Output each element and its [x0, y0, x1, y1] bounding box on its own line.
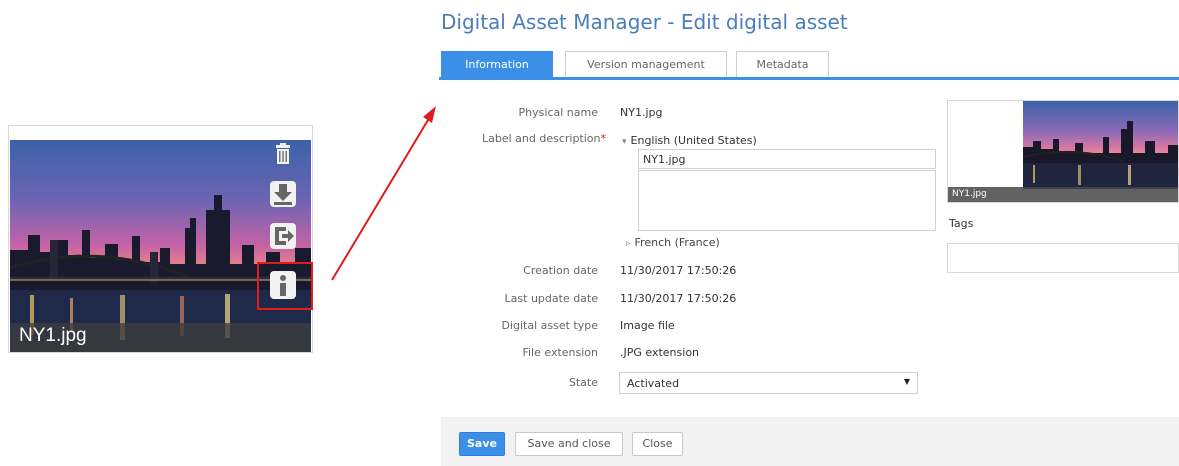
city-skyline-graphic: [10, 195, 311, 352]
file-extension-label: File extension: [522, 346, 598, 359]
lang-french-toggle[interactable]: ▹ French (France): [626, 236, 720, 249]
state-select[interactable]: Activated ▼: [619, 372, 918, 394]
tab-information[interactable]: Information: [441, 51, 553, 77]
label-description-label: Label and description*: [481, 132, 607, 145]
asset-thumbnail-image: NY1.jpg: [10, 140, 311, 352]
export-icon[interactable]: [269, 222, 297, 250]
tab-underline: [439, 77, 1179, 80]
info-icon-highlight: [257, 262, 313, 310]
asset-preview: NY1.jpg: [947, 100, 1179, 203]
last-update-date-value: 11/30/2017 17:50:26: [620, 292, 737, 305]
save-button[interactable]: Save: [459, 432, 505, 456]
tab-version-management[interactable]: Version management: [565, 51, 727, 77]
physical-name-label: Physical name: [518, 106, 598, 119]
creation-date-value: 11/30/2017 17:50:26: [620, 264, 737, 277]
tags-label: Tags: [949, 217, 974, 230]
preview-image: [1023, 101, 1178, 189]
asset-thumbnail-card[interactable]: NY1.jpg: [8, 125, 313, 353]
tab-metadata[interactable]: Metadata: [736, 51, 829, 77]
asset-type-label: Digital asset type: [501, 319, 598, 332]
trash-icon[interactable]: [269, 140, 297, 168]
state-selected-value: Activated: [627, 377, 680, 390]
close-button[interactable]: Close: [632, 432, 683, 456]
lang-french-label: French (France): [634, 236, 720, 249]
description-textarea-english[interactable]: [638, 170, 936, 231]
state-label: State: [568, 376, 598, 389]
lang-english-label: English (United States): [630, 134, 757, 147]
thumbnail-filename: NY1.jpg: [19, 325, 87, 346]
save-and-close-button[interactable]: Save and close: [515, 432, 623, 456]
annotation-arrow: [331, 106, 436, 281]
collapse-triangle-icon: ▹: [626, 239, 631, 249]
lang-english-toggle[interactable]: ▾ English (United States): [622, 134, 757, 147]
preview-caption: NY1.jpg: [948, 187, 1178, 202]
preview-filename: NY1.jpg: [952, 189, 987, 199]
label-input-english[interactable]: [638, 149, 936, 169]
dropdown-caret-icon: ▼: [903, 377, 910, 386]
required-marker: *: [600, 132, 607, 145]
expand-triangle-icon: ▾: [622, 137, 627, 147]
form-footer: Save Save and close Close: [441, 417, 1179, 466]
last-update-date-label: Last update date: [504, 292, 598, 305]
creation-date-label: Creation date: [523, 264, 598, 277]
physical-name-value: NY1.jpg: [620, 106, 663, 119]
page-title: Digital Asset Manager - Edit digital ass…: [441, 10, 848, 34]
asset-type-value: Image file: [620, 319, 675, 332]
download-icon[interactable]: [269, 180, 297, 208]
file-extension-value: .JPG extension: [620, 346, 700, 359]
thumbnail-caption: NY1.jpg: [10, 323, 311, 352]
tags-input[interactable]: [947, 243, 1179, 273]
